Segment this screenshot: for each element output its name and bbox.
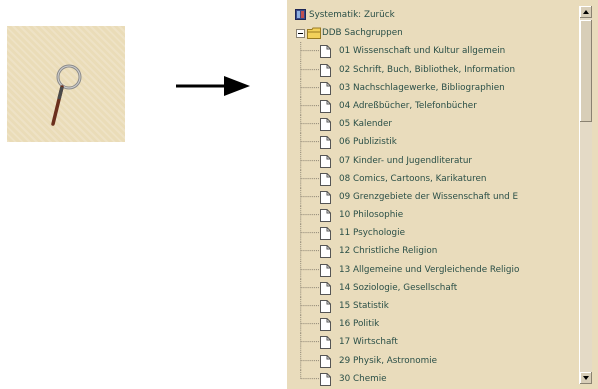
tree-item-label: 10 Philosophie: [339, 210, 404, 221]
document-icon: [320, 136, 331, 150]
document-icon: [320, 63, 331, 77]
tree-item[interactable]: 07 Kinder- und Jugendliteratur: [287, 151, 579, 170]
search-tile[interactable]: [7, 26, 125, 142]
tree-connector: [300, 315, 320, 334]
document-icon: [320, 263, 331, 277]
tree-header-row[interactable]: Systematik: Zurück: [287, 6, 579, 24]
tree-item[interactable]: 10 Philosophie: [287, 206, 579, 225]
magnifier-icon: [51, 64, 82, 126]
tree-connector: [300, 206, 320, 225]
tree-item-label: 13 Allgemeine und Vergleichende Religio: [339, 264, 520, 275]
document-icon: [320, 118, 331, 132]
vertical-scrollbar[interactable]: [579, 6, 592, 384]
tree-connector: [300, 133, 320, 152]
document-icon: [320, 300, 331, 313]
tree-connector: [300, 242, 320, 261]
tree-group-row[interactable]: DDB Sachgruppen: [287, 24, 579, 42]
document-icon: [320, 245, 331, 259]
tree-item[interactable]: 14 Soziologie, Gesellschaft: [287, 278, 579, 297]
tree-item[interactable]: 15 Statistik: [287, 297, 579, 316]
document-icon: [320, 281, 331, 295]
tree-item[interactable]: 30 Chemie: [287, 369, 579, 388]
tree-item-label: 15 Statistik: [339, 301, 389, 311]
tree-item-label: 29 Physik, Astronomie: [339, 355, 438, 366]
tree-view: Systematik: Zurück DDB Sachgruppen 01 Wi…: [287, 6, 579, 388]
scroll-down-button[interactable]: [580, 372, 592, 384]
document-icon: [320, 372, 331, 386]
tree-item[interactable]: 17 Wirtschaft: [287, 333, 579, 352]
collapse-icon[interactable]: [296, 29, 305, 39]
tree-connector: [300, 60, 320, 79]
tree-item-label: 12 Christliche Religion: [339, 246, 438, 257]
tree-item[interactable]: 16 Politik: [287, 315, 579, 334]
tree-connector: [300, 96, 320, 116]
tree-item[interactable]: 13 Allgemeine und Vergleichende Religio: [287, 260, 579, 279]
tree-item-label: 08 Comics, Cartoons, Karikaturen: [339, 173, 487, 184]
scroll-up-button[interactable]: [580, 6, 592, 18]
tree-item-label: 02 Schrift, Buch, Bibliothek, Informatio…: [339, 64, 516, 75]
tree-connector: [300, 260, 320, 279]
tree-item[interactable]: 08 Comics, Cartoons, Karikaturen: [287, 169, 579, 188]
tree-connector: [300, 351, 320, 370]
tree-item[interactable]: 11 Psychologie: [287, 224, 579, 243]
tree-item-label: 07 Kinder- und Jugendliteratur: [339, 155, 473, 166]
document-icon: [320, 318, 331, 332]
arrow-right-icon: [176, 76, 250, 96]
tree-item-label: 05 Kalender: [339, 119, 393, 130]
tree-item-label: 11 Psychologie: [339, 228, 405, 239]
tree-item-label: 14 Soziologie, Gesellschaft: [339, 282, 458, 293]
tree-item[interactable]: 29 Physik, Astronomie: [287, 351, 579, 370]
tree-item[interactable]: 09 Grenzgebiete der Wissenschaft und E: [287, 187, 579, 207]
tree-item[interactable]: 04 Adreßbücher, Telefonbücher: [287, 96, 579, 116]
tree-item[interactable]: 01 Wissenschaft und Kultur allgemein: [287, 42, 579, 61]
tree-item[interactable]: 03 Nachschlagewerke, Bibliographien: [287, 78, 579, 97]
tree-connector: [300, 78, 320, 97]
document-icon: [320, 227, 331, 241]
systematics-tree-panel: Systematik: Zurück DDB Sachgruppen 01 Wi…: [287, 0, 598, 389]
document-icon: [320, 190, 331, 204]
tree-connector: [300, 115, 320, 134]
document-icon: [320, 154, 331, 168]
document-icon: [320, 209, 331, 223]
tree-item-label: 06 Publizistik: [339, 137, 397, 148]
tree-item-list: 01 Wissenschaft und Kultur allgemein 02 S…: [287, 42, 579, 388]
tree-item[interactable]: 02 Schrift, Buch, Bibliothek, Informatio…: [287, 60, 579, 79]
document-icon: [320, 336, 331, 350]
tree-connector: [300, 187, 320, 207]
folder-open-icon: [307, 27, 321, 40]
document-icon: [320, 45, 331, 59]
tree-connector: [300, 297, 320, 316]
document-icon: [320, 99, 331, 113]
tree-item-label: 17 Wirtschaft: [339, 337, 398, 348]
tree-connector: [300, 333, 320, 352]
tree-item-label: 16 Politik: [339, 319, 380, 330]
document-icon: [320, 81, 331, 95]
tree-group-label: DDB Sachgruppen: [322, 28, 403, 39]
chevron-up-icon: [583, 10, 589, 14]
tree-connector: [300, 224, 320, 243]
tree-item[interactable]: 05 Kalender: [287, 115, 579, 134]
tree-connector: [300, 42, 320, 61]
tree-item-label: 03 Nachschlagewerke, Bibliographien: [339, 82, 505, 93]
tree-connector: [300, 369, 320, 379]
document-icon: [320, 354, 331, 368]
tree-connector: [300, 151, 320, 170]
tree-connector: [300, 278, 320, 297]
book-icon: [295, 9, 306, 20]
document-icon: [320, 172, 331, 186]
tree-header-label: Systematik: Zurück: [309, 10, 395, 20]
chevron-down-icon: [583, 376, 589, 380]
tree-item-label: 30 Chemie: [339, 373, 387, 384]
tree-item-label: 01 Wissenschaft und Kultur allgemein: [339, 46, 506, 57]
tree-connector: [300, 169, 320, 188]
tree-item-label: 04 Adreßbücher, Telefonbücher: [339, 100, 477, 111]
tree-item-label: 09 Grenzgebiete der Wissenschaft und E: [339, 191, 519, 202]
tree-item[interactable]: 06 Publizistik: [287, 133, 579, 152]
tree-item[interactable]: 12 Christliche Religion: [287, 242, 579, 261]
scrollbar-thumb[interactable]: [580, 20, 592, 122]
